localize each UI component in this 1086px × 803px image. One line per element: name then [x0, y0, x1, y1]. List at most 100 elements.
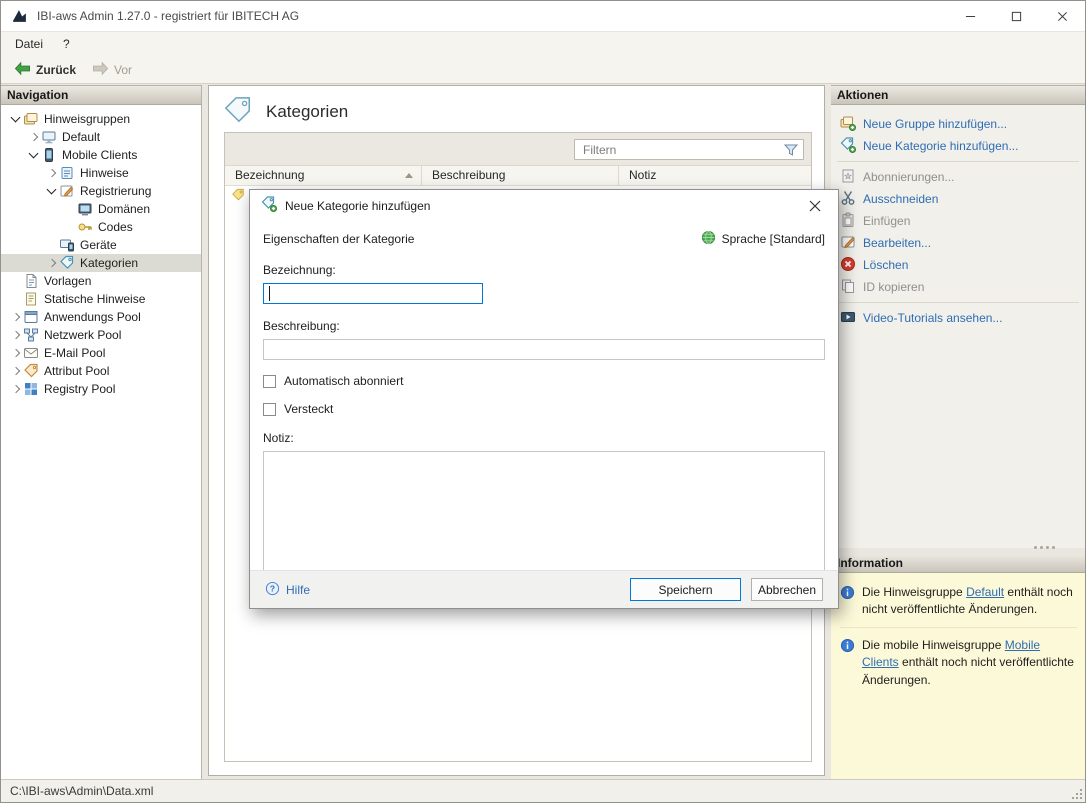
registration-icon — [59, 183, 75, 199]
back-button[interactable]: Zurück — [7, 59, 83, 81]
chevron-collapsed-icon[interactable] — [9, 382, 23, 396]
dialog-close-icon[interactable] — [803, 194, 827, 218]
action-video-tutorials[interactable]: Video-Tutorials ansehen... — [831, 307, 1085, 329]
chevron-collapsed-icon[interactable] — [27, 130, 41, 144]
info-icon — [840, 637, 855, 689]
link-default-group[interactable]: Default — [966, 585, 1004, 599]
automatisch-abonniert-checkbox[interactable] — [263, 375, 276, 388]
video-icon — [840, 309, 856, 328]
chevron-collapsed-icon[interactable] — [9, 328, 23, 342]
tree-item-label: Kategorien — [80, 256, 138, 270]
action-new-category[interactable]: Neue Kategorie hinzufügen... — [831, 135, 1085, 157]
edit-pencil-icon — [840, 234, 856, 253]
tree-item-label: Domänen — [98, 202, 150, 216]
menu-help[interactable]: ? — [53, 32, 80, 56]
scissors-icon — [840, 190, 856, 209]
chevron-collapsed-icon[interactable] — [45, 256, 59, 270]
action-subscriptions[interactable]: Abonnierungen... — [831, 166, 1085, 188]
column-header-bezeichnung[interactable]: Bezeichnung — [225, 166, 422, 185]
information-body: Die Hinweisgruppe Default enthält noch n… — [831, 573, 1085, 779]
chevron-expanded-icon[interactable] — [9, 112, 23, 126]
save-button[interactable]: Speichern — [630, 578, 741, 601]
devices-icon — [59, 237, 75, 253]
domain-monitor-icon — [77, 201, 93, 217]
envelope-icon — [23, 345, 39, 361]
chevron-expanded-icon[interactable] — [27, 148, 41, 162]
tree-item-label: Anwendungs Pool — [44, 310, 141, 324]
tree-item-default[interactable]: Default — [1, 128, 201, 146]
maximize-button[interactable] — [993, 1, 1039, 31]
tree-item-registry-pool[interactable]: Registry Pool — [1, 380, 201, 398]
tree-item-anwendungs-pool[interactable]: Anwendungs Pool — [1, 308, 201, 326]
tree-item-vorlagen[interactable]: Vorlagen — [1, 272, 201, 290]
static-note-icon — [23, 291, 39, 307]
forward-button[interactable]: Vor — [85, 59, 139, 81]
tree-item-label: Hinweise — [80, 166, 129, 180]
resize-grip[interactable] — [1070, 787, 1083, 800]
information-header: Information — [831, 554, 1085, 573]
chevron-collapsed-icon[interactable] — [9, 310, 23, 324]
navigation-tree: Hinweisgruppen Default Mobile Clients Hi… — [1, 105, 201, 398]
panel-splitter-grip[interactable] — [1031, 544, 1057, 550]
filter-funnel-icon[interactable] — [783, 142, 799, 158]
chevron-collapsed-icon[interactable] — [45, 166, 59, 180]
tag-icon — [59, 255, 75, 271]
chevron-slot — [9, 292, 23, 306]
filter-input[interactable] — [575, 143, 783, 157]
bezeichnung-input[interactable] — [263, 283, 483, 304]
versteckt-checkbox[interactable] — [263, 403, 276, 416]
menu-bar: Datei ? — [1, 32, 1085, 56]
tree-item-hinweise[interactable]: Hinweise — [1, 164, 201, 182]
action-cut[interactable]: Ausschneiden — [831, 188, 1085, 210]
beschreibung-input[interactable] — [263, 339, 825, 360]
tree-item-registrierung[interactable]: Registrierung — [1, 182, 201, 200]
information-panel: Information Die Hinweisgruppe Default en… — [831, 554, 1085, 779]
filter-box — [574, 139, 804, 160]
svg-text:?: ? — [270, 583, 275, 593]
template-document-icon — [23, 273, 39, 289]
notiz-textarea[interactable] — [263, 451, 825, 571]
action-edit[interactable]: Bearbeiten... — [831, 232, 1085, 254]
language-selector[interactable]: Sprache [Standard] — [701, 230, 825, 248]
tree-item-netzwerk-pool[interactable]: Netzwerk Pool — [1, 326, 201, 344]
chevron-slot — [63, 220, 77, 234]
tree-item-mobile-clients[interactable]: Mobile Clients — [1, 146, 201, 164]
subscriptions-icon — [840, 168, 856, 187]
tree-item-statische-hinweise[interactable]: Statische Hinweise — [1, 290, 201, 308]
tree-item-attribut-pool[interactable]: Attribut Pool — [1, 362, 201, 380]
tree-item-email-pool[interactable]: E-Mail Pool — [1, 344, 201, 362]
tree-item-hinweisgruppen[interactable]: Hinweisgruppen — [1, 110, 201, 128]
action-delete[interactable]: Löschen — [831, 254, 1085, 276]
status-bar: C:\IBI-aws\Admin\Data.xml — [1, 779, 1085, 802]
column-header-beschreibung[interactable]: Beschreibung — [422, 166, 619, 185]
tree-item-kategorien[interactable]: Kategorien — [1, 254, 201, 272]
minimize-button[interactable] — [947, 1, 993, 31]
page-title: Kategorien — [266, 102, 348, 122]
application-window-icon — [23, 309, 39, 325]
tree-item-codes[interactable]: Codes — [1, 218, 201, 236]
toolbar: Zurück Vor — [1, 56, 1085, 84]
right-column: Aktionen Neue Gruppe hinzufügen... Neue … — [831, 85, 1085, 779]
chevron-expanded-icon[interactable] — [45, 184, 59, 198]
new-category-icon — [261, 196, 277, 215]
action-copy-id[interactable]: ID kopieren — [831, 276, 1085, 298]
checkbox-row-abonniert: Automatisch abonniert — [263, 374, 825, 388]
column-header-notiz[interactable]: Notiz — [619, 166, 811, 185]
checkbox-row-versteckt: Versteckt — [263, 402, 825, 416]
tree-item-label: Statische Hinweise — [44, 292, 145, 306]
action-new-group[interactable]: Neue Gruppe hinzufügen... — [831, 113, 1085, 135]
tree-item-domaenen[interactable]: Domänen — [1, 200, 201, 218]
chevron-collapsed-icon[interactable] — [9, 346, 23, 360]
beschreibung-label: Beschreibung: — [263, 319, 825, 333]
help-link[interactable]: ? Hilfe — [265, 581, 310, 599]
chevron-collapsed-icon[interactable] — [9, 364, 23, 378]
cancel-button[interactable]: Abbrechen — [751, 578, 823, 601]
action-paste[interactable]: Einfügen — [831, 210, 1085, 232]
menu-datei[interactable]: Datei — [5, 32, 53, 56]
tree-item-label: Netzwerk Pool — [44, 328, 121, 342]
bezeichnung-label: Bezeichnung: — [263, 263, 825, 277]
tree-item-geraete[interactable]: Geräte — [1, 236, 201, 254]
category-row-icon — [231, 188, 245, 205]
close-button[interactable] — [1039, 1, 1085, 31]
actions-header: Aktionen — [831, 86, 1085, 105]
